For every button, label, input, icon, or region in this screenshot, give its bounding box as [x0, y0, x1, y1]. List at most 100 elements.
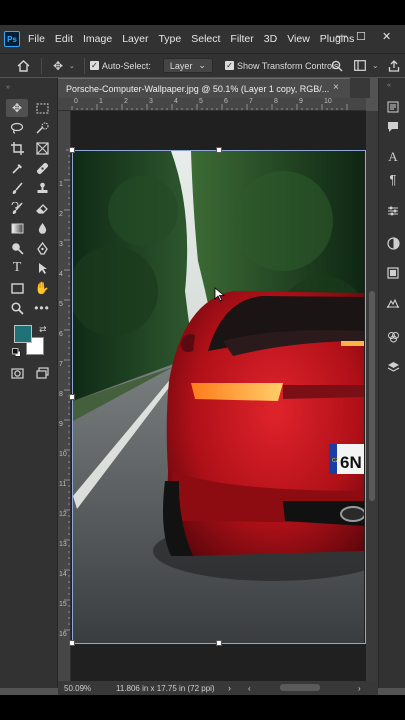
ruler-v-label: 7 [59, 361, 63, 368]
menu-type[interactable]: Type [158, 33, 181, 45]
scroll-right-icon[interactable]: › [358, 684, 361, 693]
auto-select-checkbox[interactable]: ✓ [89, 61, 99, 70]
path-selection-tool-icon[interactable] [31, 259, 53, 277]
paragraph-panel-icon[interactable]: ¶ [383, 170, 403, 188]
menu-edit[interactable]: Edit [55, 33, 73, 45]
lasso-tool-icon[interactable] [6, 119, 28, 137]
ruler-v-label: 10 [59, 451, 67, 458]
zoom-level[interactable]: 50.09% [64, 684, 108, 693]
menu-3d[interactable]: 3D [264, 33, 277, 45]
ruler-h-label: 3 [149, 98, 153, 105]
quick-select-tool-icon[interactable] [31, 119, 53, 137]
ruler-v-label: 4 [59, 271, 63, 278]
auto-select-target-value: Layer [169, 60, 193, 71]
color-panel-icon[interactable] [383, 234, 403, 252]
crop-tool-icon[interactable] [6, 139, 28, 157]
frame-tool-icon[interactable] [31, 139, 53, 157]
quick-mask-icon[interactable] [6, 364, 28, 382]
close-tab-icon[interactable]: × [333, 82, 339, 93]
workspace-icon[interactable] [352, 60, 368, 71]
move-tool-icon[interactable]: ✥ [6, 99, 28, 117]
share-icon[interactable] [386, 59, 402, 72]
document-tab[interactable]: Porsche-Computer-Wallpaper.jpg @ 50.1% (… [58, 78, 350, 98]
more-tools-icon[interactable]: ••• [31, 299, 53, 317]
maximize-icon[interactable]: ☐ [356, 30, 366, 43]
character-panel-icon[interactable]: A [383, 148, 403, 166]
show-transform-label: Show Transform Controls [236, 60, 339, 71]
channels-panel-icon[interactable] [383, 328, 403, 346]
menu-view[interactable]: View [287, 33, 310, 45]
photoshop-window: Ps File Edit Image Layer Type Select Fil… [0, 0, 405, 720]
adjustments-panel-icon[interactable] [383, 202, 403, 220]
vertical-ruler[interactable]: 1 2 3 4 5 6 7 8 9 10 11 12 13 14 15 16 [58, 111, 71, 681]
auto-select-target-dropdown[interactable]: Layer ⌄ [162, 58, 213, 73]
comments-panel-icon[interactable] [383, 118, 403, 136]
show-transform-checkbox[interactable]: ✓ [224, 61, 234, 70]
foreground-color-chip[interactable] [14, 325, 32, 343]
workspace-chevron-icon[interactable]: ⌄ [372, 61, 379, 70]
screen-mode-icon[interactable] [31, 364, 53, 382]
auto-select-label: Auto-Select: [101, 60, 151, 71]
photoshop-logo: Ps [4, 31, 20, 47]
menu-select[interactable]: Select [191, 33, 220, 45]
properties-panel-icon[interactable] [383, 294, 403, 312]
ruler-v-label: 1 [59, 181, 63, 188]
swap-colors-icon[interactable]: ⇄ [39, 324, 47, 335]
artboard-tool-icon[interactable] [31, 99, 53, 117]
eyedropper-tool-icon[interactable] [6, 159, 28, 177]
ruler-v-label: 11 [59, 481, 67, 488]
close-window-icon[interactable]: ✕ [382, 30, 391, 43]
options-bar: ✥ ⌄ ✓ Auto-Select: Layer ⌄ ✓ Show Transf… [0, 53, 405, 77]
ruler-v-label: 3 [59, 241, 63, 248]
layers-panel-icon[interactable] [383, 358, 403, 376]
ruler-h-label: 0 [74, 98, 78, 105]
menu-file[interactable]: File [28, 33, 45, 45]
brush-tool-icon[interactable] [6, 179, 28, 197]
ruler-v-label: 8 [59, 391, 63, 398]
rectangle-tool-icon[interactable] [6, 279, 28, 297]
scroll-left-icon[interactable]: ‹ [248, 684, 251, 693]
libraries-panel-icon[interactable] [383, 264, 403, 282]
default-colors-icon[interactable] [12, 348, 21, 357]
dodge-tool-icon[interactable] [6, 239, 28, 257]
document-title: Porsche-Computer-Wallpaper.jpg @ 50.1% (… [66, 83, 330, 94]
preset-chevron-icon[interactable]: ⌄ [69, 62, 75, 70]
ruler-h-label: 4 [174, 98, 178, 105]
history-panel-icon[interactable] [383, 98, 403, 116]
minimize-icon[interactable]: — [336, 30, 347, 42]
ruler-v-label: 5 [59, 301, 63, 308]
hand-tool-icon[interactable]: ✋ [31, 279, 53, 297]
move-tool-preset-icon[interactable]: ✥ [47, 59, 69, 73]
document-tab-bar: Porsche-Computer-Wallpaper.jpg @ 50.1% (… [58, 78, 370, 98]
horizontal-scrollbar-thumb[interactable] [280, 684, 320, 691]
panel-dock: « A ¶ [378, 78, 405, 688]
home-icon[interactable] [10, 59, 36, 72]
blur-tool-icon[interactable] [31, 219, 53, 237]
eraser-tool-icon[interactable] [31, 199, 53, 217]
gradient-tool-icon[interactable] [6, 219, 28, 237]
ruler-v-label: 15 [59, 601, 67, 608]
panel-collapse-icon[interactable]: « [387, 82, 391, 89]
toolbar-collapse-icon[interactable]: » [6, 84, 10, 91]
history-brush-tool-icon[interactable] [6, 199, 28, 217]
document-size-info[interactable]: 11.806 in x 17.75 in (72 ppi) [116, 684, 215, 693]
menu-filter[interactable]: Filter [230, 33, 253, 45]
vertical-scrollbar[interactable] [366, 111, 378, 681]
vertical-scrollbar-thumb[interactable] [369, 291, 375, 501]
ruler-v-label: 9 [59, 421, 63, 428]
type-tool-icon[interactable]: T [6, 259, 28, 277]
ruler-h-label: 8 [274, 98, 278, 105]
menu-layer[interactable]: Layer [122, 33, 148, 45]
clone-stamp-tool-icon[interactable] [31, 179, 53, 197]
status-menu-chevron-icon[interactable]: › [228, 683, 231, 693]
healing-brush-tool-icon[interactable] [31, 159, 53, 177]
document-canvas[interactable]: CZ 6N [71, 111, 366, 681]
ruler-h-label: 2 [124, 98, 128, 105]
pen-tool-icon[interactable] [31, 239, 53, 257]
zoom-tool-icon[interactable] [6, 299, 28, 317]
search-icon[interactable] [329, 60, 345, 72]
menu-image[interactable]: Image [83, 33, 112, 45]
ruler-h-label: 6 [224, 98, 228, 105]
porsche-photo[interactable]: CZ 6N [73, 151, 364, 644]
horizontal-ruler[interactable]: 0 1 2 3 4 5 6 7 8 9 10 [58, 98, 366, 111]
